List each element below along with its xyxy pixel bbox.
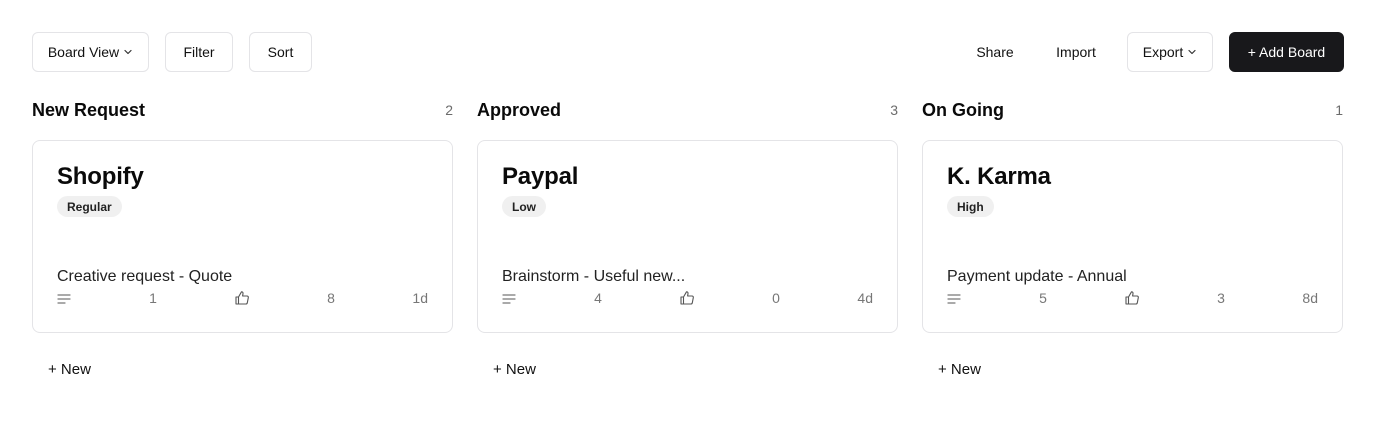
board-view-label: Board View — [47, 44, 120, 60]
like-count: 8 — [327, 290, 335, 306]
toolbar-left: Board View Filter Sort — [32, 32, 312, 72]
column-on-going: On Going 1 K. Karma High Payment update … — [922, 96, 1343, 385]
card-age: 1d — [412, 290, 428, 306]
card-meta: 1 8 1d — [57, 290, 428, 308]
card-meta: 4 0 4d — [502, 290, 873, 308]
sort-button[interactable]: Sort — [249, 32, 312, 72]
card-age: 8d — [1302, 290, 1318, 306]
chevron-down-icon — [1188, 49, 1196, 55]
thumbs-up-icon[interactable] — [1124, 290, 1140, 306]
like-count: 0 — [772, 290, 780, 306]
text-lines-icon — [57, 294, 71, 304]
column-header: New Request 2 — [32, 96, 453, 124]
card-title: Paypal — [502, 163, 579, 190]
column-title: New Request — [32, 99, 146, 120]
column-approved: Approved 3 Paypal Low Brainstorm - Usefu… — [477, 96, 898, 385]
text-lines-icon — [947, 294, 961, 304]
board-view-select[interactable]: Board View — [32, 32, 149, 72]
column-header: Approved 3 — [477, 96, 898, 124]
column-title: Approved — [477, 99, 562, 120]
column-header: On Going 1 — [922, 96, 1343, 124]
chevron-down-icon — [124, 49, 132, 55]
card-description: Brainstorm - Useful new... — [502, 268, 686, 285]
toolbar-right: Share Import Export + Add Board — [965, 32, 1344, 72]
import-button[interactable]: Import — [1041, 32, 1111, 72]
thumbs-up-icon[interactable] — [234, 290, 250, 306]
card-title: Shopify — [57, 163, 144, 190]
column-count: 2 — [445, 102, 453, 118]
export-select[interactable]: Export — [1127, 32, 1213, 72]
like-count: 3 — [1217, 290, 1225, 306]
thumbs-up-icon[interactable] — [679, 290, 695, 306]
add-card-button[interactable]: + New — [493, 353, 536, 385]
column-count: 3 — [890, 102, 898, 118]
priority-badge: Low — [502, 196, 546, 217]
priority-badge: Regular — [57, 196, 122, 217]
card-meta: 5 3 8d — [947, 290, 1318, 308]
board-columns: New Request 2 Shopify Regular Creative r… — [32, 96, 1343, 385]
board-card[interactable]: K. Karma High Payment update - Annual 5 … — [922, 140, 1343, 333]
card-description: Payment update - Annual — [947, 268, 1127, 285]
column-new-request: New Request 2 Shopify Regular Creative r… — [32, 96, 453, 385]
share-button[interactable]: Share — [965, 32, 1025, 72]
add-board-button[interactable]: + Add Board — [1229, 32, 1344, 72]
filter-button[interactable]: Filter — [165, 32, 233, 72]
column-count: 1 — [1335, 102, 1343, 118]
priority-badge: High — [947, 196, 994, 217]
board-card[interactable]: Shopify Regular Creative request - Quote… — [32, 140, 453, 333]
export-label: Export — [1142, 44, 1184, 60]
comment-count: 4 — [594, 290, 602, 306]
add-card-button[interactable]: + New — [48, 353, 91, 385]
column-title: On Going — [922, 99, 1004, 120]
comment-count: 1 — [149, 290, 157, 306]
comment-count: 5 — [1039, 290, 1047, 306]
text-lines-icon — [502, 294, 516, 304]
board-card[interactable]: Paypal Low Brainstorm - Useful new... 4 … — [477, 140, 898, 333]
board-toolbar: Board View Filter Sort Share Import Expo… — [32, 32, 1344, 72]
card-title: K. Karma — [947, 163, 1051, 190]
card-description: Creative request - Quote — [57, 268, 233, 285]
add-card-button[interactable]: + New — [938, 353, 981, 385]
card-age: 4d — [857, 290, 873, 306]
